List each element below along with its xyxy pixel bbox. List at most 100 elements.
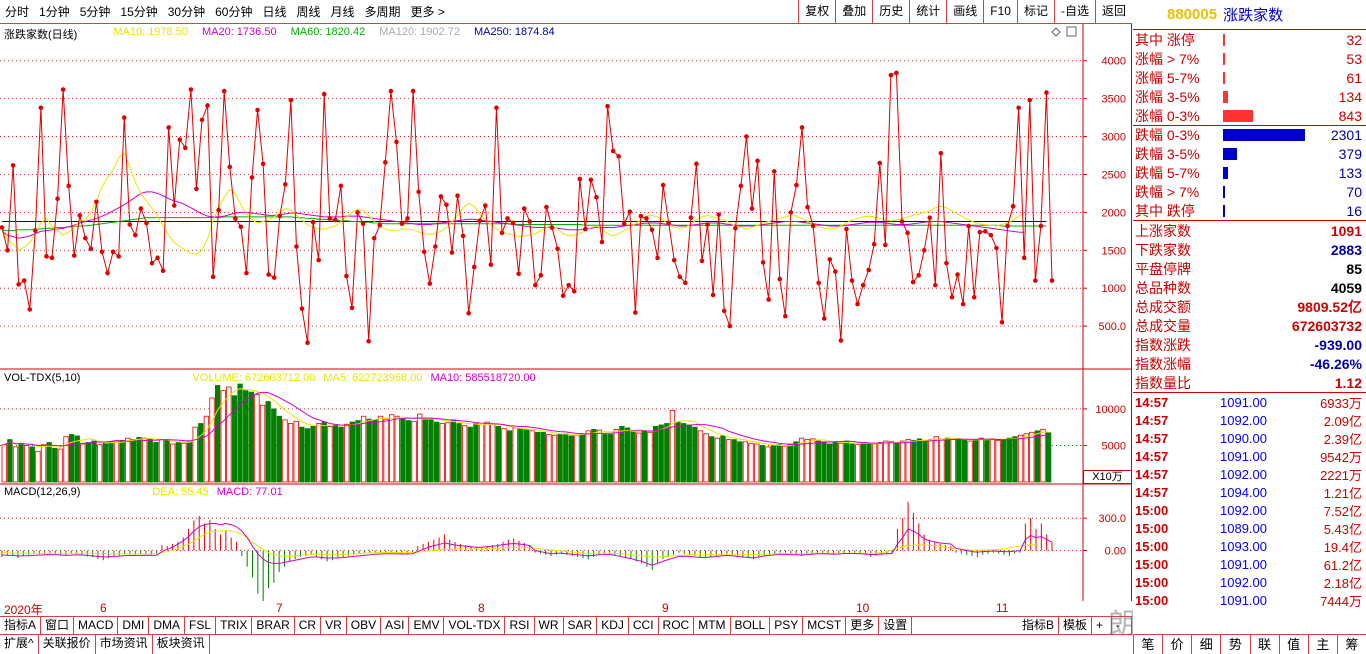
- indicator-tab[interactable]: EMV: [409, 617, 445, 634]
- indicator-tab[interactable]: 设置: [879, 617, 913, 634]
- toolbar-button[interactable]: 复权: [798, 0, 835, 23]
- indicator-tab[interactable]: VR: [321, 617, 347, 634]
- indicator-tab[interactable]: WR: [535, 617, 564, 634]
- data-point: [816, 280, 821, 286]
- volume-bar: [596, 429, 603, 483]
- toolbar-button[interactable]: 画线: [946, 0, 983, 23]
- period-tab[interactable]: 15分钟: [115, 1, 162, 23]
- volume-bar: [984, 439, 990, 483]
- side-bottom-tab[interactable]: 笔: [1133, 635, 1162, 654]
- indicator-tab[interactable]: SAR: [564, 617, 598, 634]
- distribution-row: 涨幅 3-5% 134: [1133, 87, 1366, 106]
- data-point: [810, 223, 816, 229]
- distribution-bar-track: [1223, 52, 1308, 65]
- volume-bar: [445, 422, 451, 483]
- indicator-tab[interactable]: CCI: [629, 617, 659, 634]
- indicator-tab[interactable]: ROC: [659, 617, 695, 634]
- toolbar-button[interactable]: 历史: [872, 0, 909, 23]
- indicator-tab[interactable]: VOL-TDX: [444, 617, 506, 634]
- data-point: [733, 225, 738, 231]
- stat-label: 平盘停牌: [1135, 260, 1191, 277]
- data-point: [27, 307, 33, 312]
- side-bottom-tab[interactable]: 价: [1162, 635, 1191, 654]
- volume-bar: [316, 423, 322, 483]
- volume-bar: [35, 450, 41, 483]
- distribution-bar-track: [1223, 147, 1308, 160]
- bottom-tab[interactable]: 扩展^: [0, 635, 39, 654]
- toolbar-button[interactable]: F10: [983, 0, 1017, 23]
- index-title: 涨跌家数: [1223, 7, 1284, 24]
- period-tab[interactable]: 更多 >: [406, 1, 450, 23]
- stat-row: 平盘停牌 85: [1133, 259, 1366, 278]
- indicator-tab[interactable]: 指标A: [0, 617, 42, 634]
- indicator-tab[interactable]: BRAR: [252, 617, 295, 634]
- data-point: [971, 294, 977, 300]
- chart-panel[interactable]: 4000 3500 3000 2500 2000 1500 1000 500.0 10000 50…: [0, 24, 1248, 640]
- tick-row: 14:57 1091.00 6933万: [1133, 393, 1366, 411]
- indicator-tab[interactable]: DMI: [118, 617, 150, 634]
- data-point: [349, 305, 355, 311]
- distribution-value: 32: [1346, 31, 1362, 48]
- data-point: [644, 216, 649, 221]
- toolbar-button[interactable]: 标记: [1016, 0, 1054, 23]
- side-bottom-tab[interactable]: 细: [1191, 635, 1220, 654]
- period-tab[interactable]: 分时: [0, 1, 34, 23]
- indicator-tab[interactable]: MCST: [803, 617, 847, 634]
- period-tab[interactable]: 5分钟: [75, 1, 116, 23]
- distribution-row: 跌幅 0-3% 2301: [1133, 125, 1366, 144]
- volume-bar: [360, 415, 367, 483]
- data-point: [866, 267, 871, 273]
- side-bottom-tab[interactable]: 联: [1249, 635, 1279, 654]
- data-point: [383, 160, 388, 165]
- indicator-tab[interactable]: OBV: [347, 617, 382, 634]
- toolbar-button[interactable]: 统计: [909, 0, 946, 23]
- data-point: [1049, 278, 1055, 283]
- indicator-tab[interactable]: MACD: [74, 617, 119, 634]
- indicator-tab[interactable]: FSL: [185, 617, 217, 634]
- volume-bar: [961, 439, 968, 483]
- side-bottom-tab[interactable]: 主: [1307, 635, 1337, 654]
- indicator-tab[interactable]: DMA: [149, 617, 186, 634]
- side-bottom-tab[interactable]: 势: [1220, 635, 1249, 654]
- side-bottom-tab[interactable]: 值: [1278, 635, 1308, 654]
- indicator-tab[interactable]: BOLL: [731, 617, 771, 634]
- indicator-right-tab[interactable]: 模板: [1059, 617, 1092, 634]
- indicator-tab[interactable]: RSI: [505, 617, 535, 634]
- period-tab[interactable]: 60分钟: [210, 1, 257, 23]
- bottom-tab[interactable]: 关联报价: [39, 635, 96, 654]
- volume-bar: [849, 443, 855, 483]
- toolbar-button[interactable]: 返回: [1094, 0, 1132, 23]
- data-point: [777, 276, 783, 282]
- indicator-tab[interactable]: KDJ: [597, 617, 629, 634]
- toolbar-button[interactable]: 叠加: [835, 0, 872, 23]
- data-point: [1044, 90, 1049, 95]
- period-tab[interactable]: 日线: [257, 1, 291, 23]
- indicator-tab[interactable]: 窗口: [41, 617, 75, 634]
- toolbar-button[interactable]: -自选: [1053, 0, 1095, 23]
- indicator-tab[interactable]: MTM: [694, 617, 731, 634]
- period-tab[interactable]: 多周期: [360, 1, 406, 23]
- period-tab[interactable]: 月线: [326, 1, 360, 23]
- indicator-right-tab[interactable]: 指标B: [1018, 617, 1059, 634]
- bottom-tab[interactable]: 市场资讯: [96, 635, 153, 654]
- data-point: [321, 91, 327, 97]
- bottom-tab[interactable]: 板块资讯: [153, 635, 210, 654]
- volume-bar: [7, 439, 13, 483]
- period-tab[interactable]: 30分钟: [163, 1, 210, 23]
- volume-bar: [916, 438, 923, 483]
- indicator-tab[interactable]: CR: [295, 617, 322, 634]
- data-point: [149, 260, 155, 266]
- indicator-tab[interactable]: ASI: [381, 617, 410, 634]
- indicator-tab[interactable]: PSY: [770, 617, 804, 634]
- data-point: [60, 87, 66, 92]
- period-tab[interactable]: 1分钟: [34, 1, 75, 23]
- indicator-tab[interactable]: TRIX: [216, 617, 253, 634]
- period-tab[interactable]: 周线: [291, 1, 325, 23]
- chart-canvas[interactable]: 4000 3500 3000 2500 2000 1500 1000 500.0 10000 50…: [0, 24, 1132, 601]
- indicator-right-tab[interactable]: +: [1092, 617, 1112, 634]
- volume-bar: [12, 446, 19, 483]
- indicator-right-tab[interactable]: -: [1112, 617, 1132, 634]
- side-bottom-tab[interactable]: 筹: [1336, 635, 1366, 654]
- indicator-tab[interactable]: 更多: [846, 617, 880, 634]
- volume-bar: [102, 442, 108, 483]
